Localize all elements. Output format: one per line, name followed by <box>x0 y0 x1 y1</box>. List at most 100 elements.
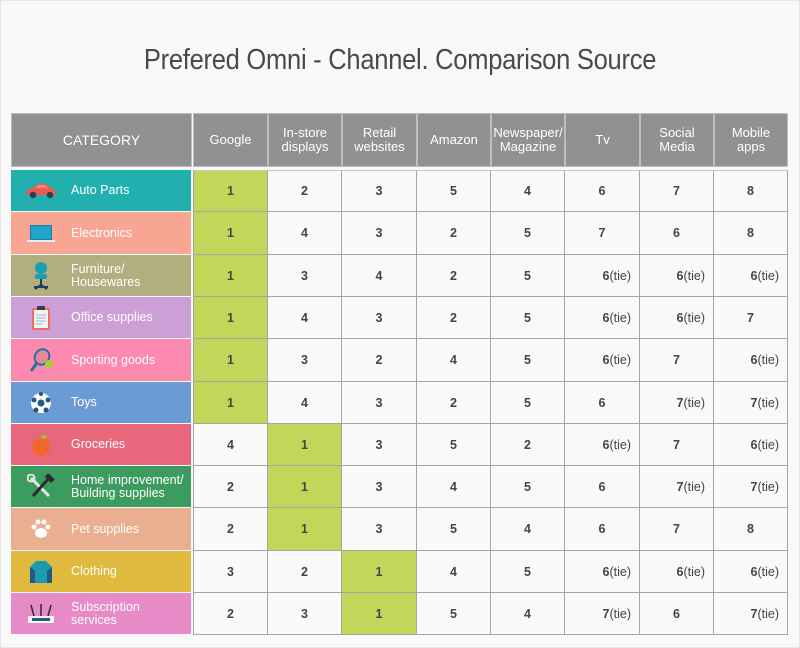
rank-value: 1 <box>301 522 308 536</box>
rank-value: 1 <box>227 226 234 240</box>
category-label: Auto Parts <box>71 183 130 197</box>
rank-cell: 4 <box>342 255 417 297</box>
rank-value: 3 <box>375 522 383 536</box>
rank-value: 6 <box>673 606 680 621</box>
tie-label: (tie) <box>609 268 631 283</box>
rank-cell: 1 <box>193 212 268 255</box>
rank-cell: 7 <box>640 424 714 466</box>
rank-value: 7 <box>673 522 680 536</box>
rank-cell: 5 <box>491 382 565 424</box>
rank-value: 6 <box>602 564 610 579</box>
tools-icon <box>11 473 71 500</box>
tie-label: (tie) <box>683 310 705 325</box>
rank-cell: 3 <box>268 593 342 635</box>
rank-value: 2 <box>450 226 457 240</box>
rank-value: 3 <box>227 564 234 579</box>
rank-value: 7 <box>602 606 610 621</box>
rank-value: 6 <box>602 437 610 452</box>
rank-value: 2 <box>227 522 234 536</box>
rank-cell: 6 <box>640 593 714 635</box>
rank-cell: 4 <box>491 508 565 551</box>
rank-cell: 4 <box>268 382 342 424</box>
column-header-label: Google <box>209 132 252 147</box>
header-category: CATEGORY <box>11 113 192 167</box>
tie-label: (tie) <box>609 606 631 621</box>
rank-cell: 1 <box>342 593 417 635</box>
column-header-amazon: Amazon <box>417 113 491 167</box>
rank-cell: 2 <box>342 339 417 382</box>
rank-value: 4 <box>524 184 531 198</box>
rank-value: 6 <box>750 437 758 452</box>
category-cell-electronics: Electronics <box>11 212 191 254</box>
category-label: Groceries <box>71 437 126 451</box>
rank-cell: 6 (tie) <box>565 424 640 466</box>
rank-value: 3 <box>301 353 308 367</box>
category-cell-home-improvement-building-supplies: Home improvement/Building supplies <box>11 466 191 507</box>
rank-cell: 7 (tie) <box>640 382 714 424</box>
laptop-icon <box>11 222 71 244</box>
rank-cell: 6 (tie) <box>714 551 788 593</box>
rank-cell: 1 <box>193 297 268 339</box>
rank-cell: 3 <box>342 170 417 212</box>
rank-cell: 3 <box>342 212 417 255</box>
rank-value: 7 <box>747 310 754 325</box>
rank-value: 1 <box>301 437 308 452</box>
rank-value: 3 <box>375 395 383 410</box>
rank-cell: 7 (tie) <box>640 466 714 508</box>
chart-title: Prefered Omni - Channel. Comparison Sour… <box>143 44 657 76</box>
rank-cell: 2 <box>193 508 268 551</box>
rank-cell: 6 <box>640 212 714 255</box>
rank-cell: 1 <box>268 508 342 551</box>
rank-value: 3 <box>375 479 383 494</box>
tie-label: (tie) <box>757 564 779 579</box>
rank-value: 8 <box>747 226 754 240</box>
rank-cell: 2 <box>417 255 491 297</box>
rank-value: 5 <box>450 437 457 452</box>
rank-value: 5 <box>524 226 531 240</box>
rank-value: 6 <box>598 479 606 494</box>
rank-cell: 6 (tie) <box>640 551 714 593</box>
rank-value: 6 <box>676 310 684 325</box>
rank-value: 6 <box>750 564 758 579</box>
category-label: Pet supplies <box>71 521 140 536</box>
rank-cell: 2 <box>193 466 268 508</box>
rank-value: 7 <box>750 395 758 410</box>
rank-value: 6 <box>598 184 606 198</box>
rank-cell: 6 <box>565 466 640 508</box>
category-label: Toys <box>71 395 97 409</box>
rank-cell: 5 <box>417 170 491 212</box>
category-label: Sporting goods <box>71 352 156 367</box>
rank-cell: 1 <box>193 339 268 382</box>
rank-cell: 3 <box>268 255 342 297</box>
router-icon <box>11 602 71 626</box>
tie-label: (tie) <box>757 268 779 283</box>
rank-cell: 3 <box>342 466 417 508</box>
category-label: Electronics <box>71 225 133 240</box>
rank-value: 2 <box>375 353 383 367</box>
rank-value: 5 <box>524 564 531 579</box>
rank-value: 1 <box>375 564 383 579</box>
rank-cell: 4 <box>268 297 342 339</box>
rank-cell: 6 (tie) <box>565 255 640 297</box>
rank-value: 6 <box>602 353 610 367</box>
rank-cell: 3 <box>342 424 417 466</box>
tie-label: (tie) <box>757 479 779 494</box>
rank-cell: 5 <box>491 551 565 593</box>
rank-cell: 1 <box>193 255 268 297</box>
column-header-label: Retail websites <box>354 125 405 154</box>
car-icon <box>11 182 71 200</box>
column-header-label: Mobile apps <box>731 125 771 154</box>
tie-label: (tie) <box>683 479 705 494</box>
rank-value: 7 <box>673 184 680 198</box>
rank-cell: 6 <box>565 382 640 424</box>
rank-value: 4 <box>301 310 308 325</box>
rank-cell: 1 <box>193 382 268 424</box>
rank-cell: 2 <box>193 593 268 635</box>
rank-value: 2 <box>301 564 308 579</box>
rank-cell: 4 <box>193 424 268 466</box>
sweater-icon <box>11 559 71 585</box>
rank-value: 7 <box>673 437 680 452</box>
rank-cell: 7 <box>565 212 640 255</box>
rank-cell: 8 <box>714 508 788 551</box>
rank-value: 5 <box>450 606 457 621</box>
